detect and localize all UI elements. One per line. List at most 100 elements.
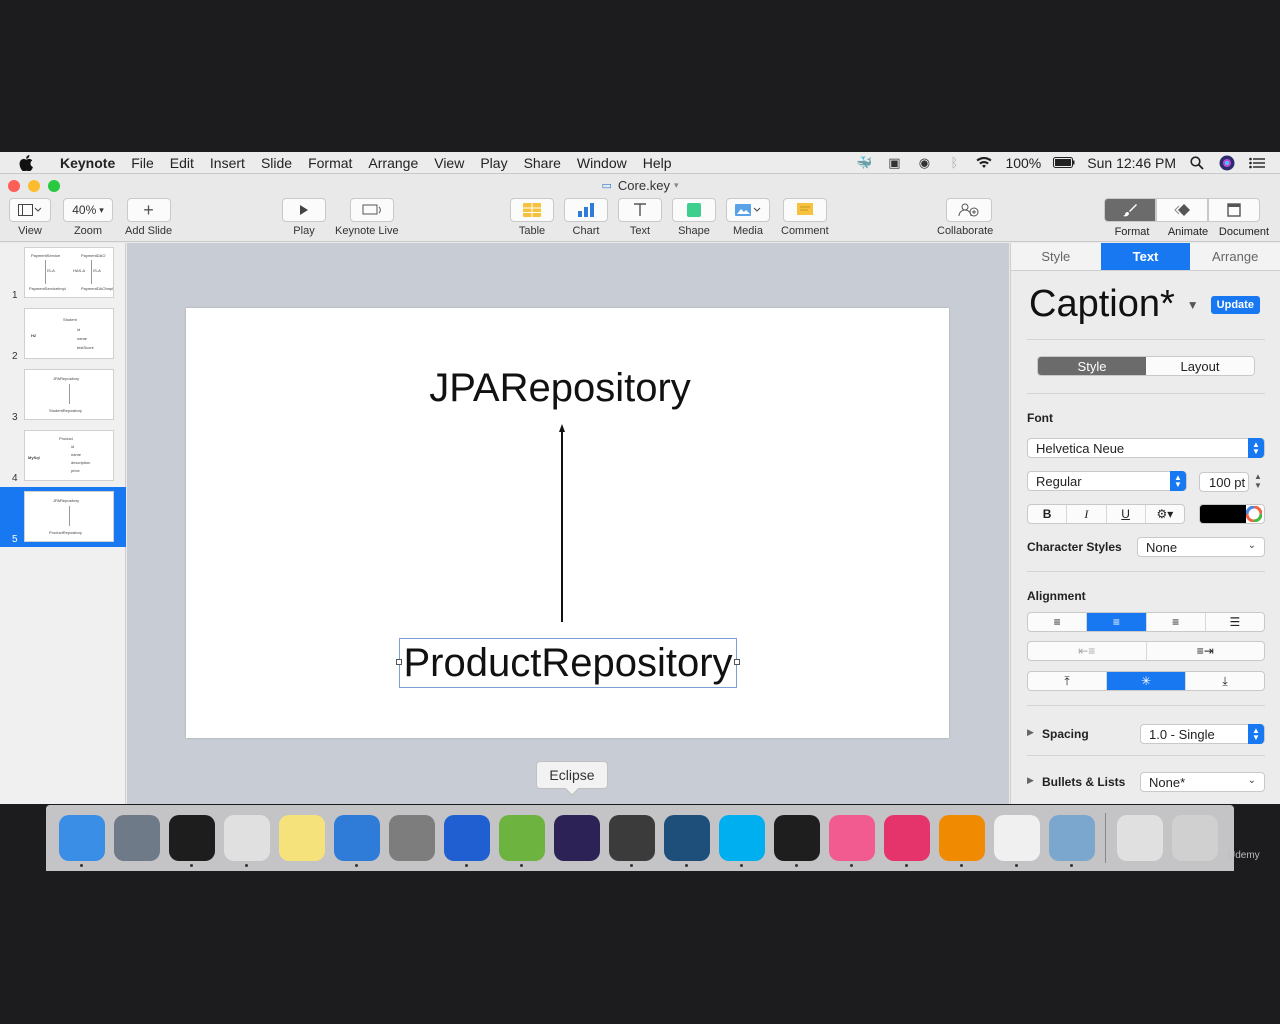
notes-dock-item[interactable] (274, 809, 329, 867)
downloads-stack-dock-item[interactable] (1112, 809, 1167, 867)
vscode-dock-item[interactable] (769, 809, 824, 867)
keynote-live-tool[interactable]: Keynote Live (335, 198, 399, 237)
minimize-window-button[interactable] (28, 180, 40, 192)
shape-button[interactable] (672, 198, 716, 222)
menu-share[interactable]: Share (516, 155, 569, 171)
caption-text[interactable]: ProductRepository (403, 641, 732, 686)
comment-button[interactable] (782, 198, 827, 222)
vlc-dock-item[interactable] (934, 809, 989, 867)
color-wheel-icon[interactable] (1246, 506, 1262, 522)
play-button[interactable] (282, 198, 326, 222)
view-tool[interactable]: View (9, 198, 51, 237)
font-size-field[interactable]: 100 pt (1199, 472, 1249, 492)
siri-icon[interactable] (1218, 155, 1236, 170)
shape-tool[interactable]: Shape (672, 198, 716, 237)
display-icon[interactable]: ▣ (885, 155, 903, 170)
align-center-icon[interactable]: ≡ (1087, 613, 1147, 631)
animate-button[interactable] (1156, 198, 1208, 222)
align-middle-icon[interactable]: ✳ (1107, 672, 1186, 690)
table-button[interactable] (510, 198, 554, 222)
spacing-disclosure-icon[interactable]: ▶ (1027, 727, 1034, 738)
collaborate-tool[interactable]: Collaborate (937, 198, 993, 237)
wifi-icon[interactable] (975, 156, 993, 170)
collaborate-button[interactable] (946, 198, 993, 222)
slide-thumbnail-2[interactable]: 2 Student H2 id name testScore (0, 304, 126, 364)
menu-app-name[interactable]: Keynote (52, 155, 123, 171)
slide-thumbnail-5[interactable]: 5 JPARepository ProductRepository (0, 487, 126, 547)
sublime-text-dock-item[interactable] (604, 809, 659, 867)
play-tool[interactable]: Play (282, 198, 326, 237)
slide-thumbnail-1[interactable]: 1 PaymentService PaymentDAO IS-A HAS-A I… (0, 243, 126, 303)
zoom-dropdown[interactable]: 40% ▾ (63, 198, 113, 222)
align-justify-icon[interactable]: ☰ (1206, 613, 1264, 631)
menu-file[interactable]: File (123, 155, 162, 171)
camera-icon[interactable]: ◉ (915, 155, 933, 170)
media-button[interactable] (726, 198, 770, 222)
update-style-button[interactable]: Update (1210, 295, 1260, 314)
font-family-select[interactable]: Helvetica Neue ▲ ▼ (1027, 438, 1265, 458)
bold-button[interactable]: B (1028, 505, 1068, 523)
title-chevron-icon[interactable]: ▾ (674, 180, 679, 191)
menu-slide[interactable]: Slide (253, 155, 300, 171)
increase-indent-icon[interactable]: ≡⇥ (1147, 642, 1265, 660)
menu-arrange[interactable]: Arrange (360, 155, 426, 171)
system-preferences-dock-item[interactable] (384, 809, 439, 867)
subtab-style[interactable]: Style (1038, 357, 1146, 375)
zoom-tool[interactable]: 40% ▾ Zoom (63, 198, 113, 237)
slide-title-text[interactable]: JPARepository (186, 366, 934, 411)
view-button[interactable] (9, 198, 51, 222)
finder-dock-item[interactable] (54, 809, 109, 867)
align-bottom-icon[interactable]: ⤓ (1186, 672, 1264, 690)
text-options-gear-icon[interactable]: ⚙▾ (1146, 505, 1184, 523)
docker-icon[interactable]: 🐳 (855, 155, 873, 170)
tab-arrange[interactable]: Arrange (1190, 243, 1280, 270)
itunes-dock-item[interactable] (824, 809, 879, 867)
slide-thumbnail-4[interactable]: 4 Product MySql id name description pric… (0, 426, 126, 486)
mysql-workbench-dock-item[interactable] (659, 809, 714, 867)
apple-menu-icon[interactable] (0, 154, 52, 171)
notification-center-icon[interactable] (1248, 156, 1266, 170)
battery-icon[interactable] (1053, 156, 1075, 170)
menubar-clock[interactable]: Sun 12:46 PM (1087, 155, 1176, 171)
style-chevron-icon[interactable]: ▼ (1187, 298, 1199, 312)
format-button[interactable] (1104, 198, 1156, 222)
align-top-icon[interactable]: ⤒ (1028, 672, 1107, 690)
menu-view[interactable]: View (426, 155, 472, 171)
menu-window[interactable]: Window (569, 155, 635, 171)
media-tool[interactable]: Media (726, 198, 770, 237)
spotlight-search-icon[interactable] (1188, 155, 1206, 170)
skype-dock-item[interactable] (714, 809, 769, 867)
cleanmymac-dock-item[interactable] (879, 809, 934, 867)
align-left-icon[interactable]: ≡ (1028, 613, 1088, 631)
menu-format[interactable]: Format (300, 155, 360, 171)
terminal-dock-item[interactable] (164, 809, 219, 867)
text-tool[interactable]: Text (618, 198, 662, 237)
menu-play[interactable]: Play (472, 155, 515, 171)
character-styles-select[interactable]: None ⌄ (1137, 537, 1265, 557)
subtab-layout[interactable]: Layout (1146, 357, 1254, 375)
photos-dock-item[interactable] (989, 809, 1044, 867)
chrome-dock-item[interactable] (219, 809, 274, 867)
slide-thumbnail-3[interactable]: 3 JPARepository StudentRepository (0, 365, 126, 425)
add-slide-button[interactable]: + (126, 198, 171, 222)
trash-dock-item[interactable] (1167, 809, 1222, 867)
underline-button[interactable]: U (1107, 505, 1146, 523)
text-button[interactable] (618, 198, 662, 222)
menu-insert[interactable]: Insert (202, 155, 253, 171)
text-color-well[interactable] (1199, 504, 1265, 524)
menu-edit[interactable]: Edit (162, 155, 202, 171)
current-slide[interactable]: JPARepository ProductRepository (186, 308, 949, 738)
menu-help[interactable]: Help (635, 155, 680, 171)
chart-button[interactable] (564, 198, 608, 222)
resize-handle-left[interactable] (396, 659, 402, 665)
bluetooth-icon[interactable]: ᛒ (945, 155, 963, 170)
bullets-select[interactable]: None* ⌄ (1140, 772, 1265, 792)
table-tool[interactable]: Table (510, 198, 554, 237)
decrease-indent-icon[interactable]: ⇤≡ (1028, 642, 1147, 660)
bullets-label[interactable]: Bullets & Lists (1042, 775, 1125, 789)
launchpad-dock-item[interactable] (109, 809, 164, 867)
keynote-live-button[interactable] (349, 198, 394, 222)
preview-dock-item[interactable] (1044, 809, 1099, 867)
zoom-window-button[interactable] (48, 180, 60, 192)
font-size-stepper-icon[interactable]: ▲ ▼ (1254, 472, 1262, 490)
